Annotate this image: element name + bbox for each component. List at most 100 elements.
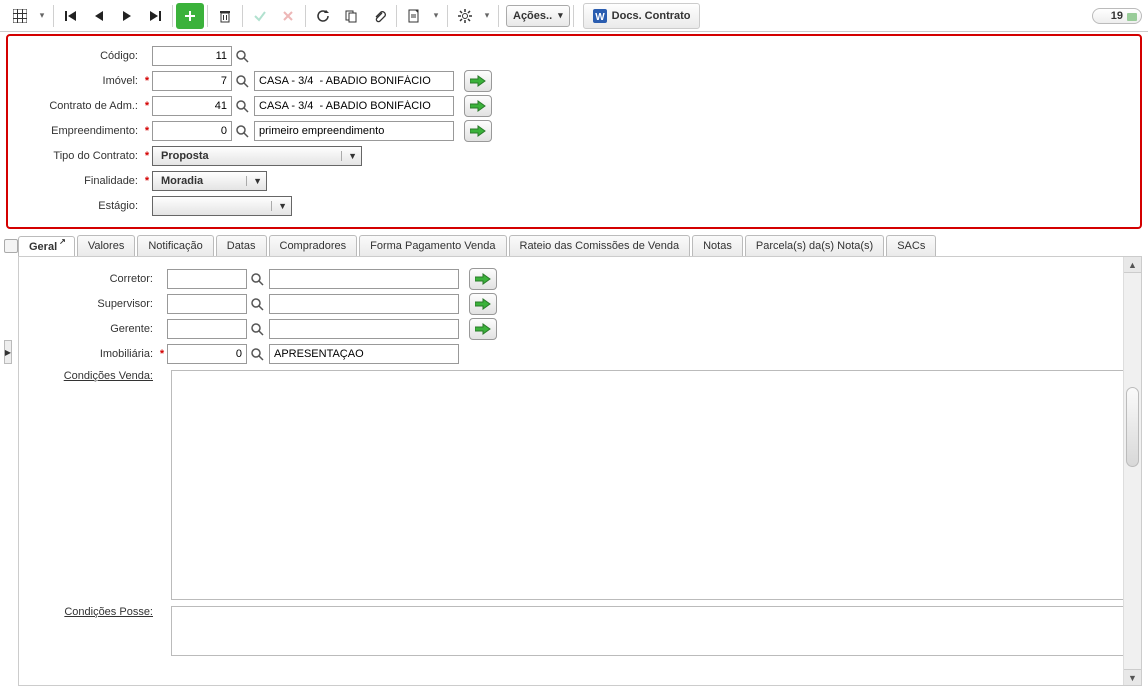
tab-notas[interactable]: Notas [692, 235, 743, 256]
supervisor-input[interactable] [167, 294, 247, 314]
tab-rateio[interactable]: Rateio das Comissões de Venda [509, 235, 691, 256]
main-toolbar: ▾ ▾ ▾ Ações.. ▾ W Docs. Contrato 19 [0, 0, 1148, 32]
tab-forma-pagamento[interactable]: Forma Pagamento Venda [359, 235, 506, 256]
corretor-input[interactable] [167, 269, 247, 289]
prev-record-icon[interactable] [85, 3, 113, 29]
finalidade-label: Finalidade: [12, 175, 142, 187]
imovel-lookup-icon[interactable] [232, 71, 252, 91]
tab-compradores[interactable]: Compradores [269, 235, 358, 256]
arrow-right-icon [470, 100, 486, 112]
actions-combo[interactable]: Ações.. ▾ [506, 5, 570, 27]
cancel-icon[interactable] [274, 3, 302, 29]
imobiliaria-desc[interactable] [269, 344, 459, 364]
cond-posse-label: Condições Posse: [27, 606, 157, 618]
required-icon: * [142, 175, 152, 187]
supervisor-lookup-icon[interactable] [247, 294, 267, 314]
contrato-desc[interactable] [254, 96, 454, 116]
empreend-label: Empreendimento: [12, 125, 142, 137]
cond-venda-textarea[interactable] [171, 370, 1133, 600]
actions-label: Ações.. [513, 10, 552, 22]
next-record-icon[interactable] [113, 3, 141, 29]
imovel-label: Imóvel: [12, 75, 142, 87]
scroll-down-icon[interactable]: ▼ [1124, 669, 1141, 685]
side-collapse-icon[interactable]: ▶ [4, 340, 12, 364]
cond-venda-label: Condições Venda: [27, 370, 157, 382]
required-icon: * [142, 100, 152, 112]
chevron-down-icon: ▼ [341, 151, 357, 161]
cond-posse-textarea[interactable] [171, 606, 1133, 656]
delete-record-icon[interactable] [211, 3, 239, 29]
corretor-lookup-icon[interactable] [247, 269, 267, 289]
empreend-desc[interactable] [254, 121, 454, 141]
required-icon: * [157, 348, 167, 360]
report-dropdown-icon[interactable]: ▾ [428, 3, 444, 29]
docs-contrato-button[interactable]: W Docs. Contrato [583, 3, 700, 29]
tipo-combo[interactable]: Proposta ▼ [152, 146, 362, 166]
arrow-right-icon [470, 125, 486, 137]
corretor-go-button[interactable] [469, 268, 497, 290]
tab-parcelas[interactable]: Parcela(s) da(s) Nota(s) [745, 235, 884, 256]
finalidade-combo[interactable]: Moradia ▼ [152, 171, 267, 191]
first-record-icon[interactable] [57, 3, 85, 29]
imovel-desc[interactable] [254, 71, 454, 91]
codigo-lookup-icon[interactable] [232, 46, 252, 66]
report-icon[interactable] [400, 3, 428, 29]
arrow-right-icon [475, 323, 491, 335]
gerente-go-button[interactable] [469, 318, 497, 340]
add-record-button[interactable] [176, 3, 204, 29]
tab-pin-icon: ↗ [59, 237, 66, 246]
supervisor-label: Supervisor: [27, 298, 157, 310]
imobiliaria-label: Imobiliária: [27, 348, 157, 360]
supervisor-desc[interactable] [269, 294, 459, 314]
settings-dropdown-icon[interactable]: ▾ [479, 3, 495, 29]
contrato-lookup-icon[interactable] [232, 96, 252, 116]
estagio-combo[interactable]: ▼ [152, 196, 292, 216]
imovel-go-button[interactable] [464, 70, 492, 92]
tipo-label: Tipo do Contrato: [12, 150, 142, 162]
refresh-icon[interactable] [309, 3, 337, 29]
contrato-input[interactable] [152, 96, 232, 116]
grid-dropdown-icon[interactable]: ▾ [34, 3, 50, 29]
confirm-icon[interactable] [246, 3, 274, 29]
docs-label: Docs. Contrato [612, 10, 691, 22]
gerente-lookup-icon[interactable] [247, 319, 267, 339]
scroll-thumb[interactable] [1126, 387, 1139, 467]
settings-icon[interactable] [451, 3, 479, 29]
tab-sacs[interactable]: SACs [886, 235, 936, 256]
imobiliaria-input[interactable] [167, 344, 247, 364]
arrow-right-icon [475, 273, 491, 285]
empreend-go-button[interactable] [464, 120, 492, 142]
tab-undock-icon[interactable] [4, 239, 18, 253]
tab-valores[interactable]: Valores [77, 235, 135, 256]
imobiliaria-lookup-icon[interactable] [247, 344, 267, 364]
vertical-scrollbar[interactable]: ▲ ▼ [1123, 257, 1141, 685]
last-record-icon[interactable] [141, 3, 169, 29]
gerente-desc[interactable] [269, 319, 459, 339]
tab-geral[interactable]: Geral↗ [18, 236, 75, 257]
empreend-input[interactable] [152, 121, 232, 141]
required-icon: * [142, 150, 152, 162]
chevron-down-icon: ▼ [271, 201, 287, 211]
contrato-label: Contrato de Adm.: [12, 100, 142, 112]
gerente-label: Gerente: [27, 323, 157, 335]
tab-notificacao[interactable]: Notificação [137, 235, 213, 256]
record-counter[interactable]: 19 [1092, 8, 1142, 24]
required-icon: * [142, 125, 152, 137]
contrato-go-button[interactable] [464, 95, 492, 117]
tab-datas[interactable]: Datas [216, 235, 267, 256]
codigo-input[interactable] [152, 46, 232, 66]
arrow-right-icon [475, 298, 491, 310]
required-icon: * [142, 75, 152, 87]
word-icon: W [592, 8, 608, 24]
supervisor-go-button[interactable] [469, 293, 497, 315]
svg-text:W: W [595, 12, 605, 23]
imovel-input[interactable] [152, 71, 232, 91]
tab-row: Geral↗ Valores Notificação Datas Comprad… [0, 235, 1148, 256]
grid-icon[interactable] [6, 3, 34, 29]
scroll-up-icon[interactable]: ▲ [1124, 257, 1141, 273]
empreend-lookup-icon[interactable] [232, 121, 252, 141]
gerente-input[interactable] [167, 319, 247, 339]
attach-icon[interactable] [365, 3, 393, 29]
corretor-desc[interactable] [269, 269, 459, 289]
copy-icon[interactable] [337, 3, 365, 29]
